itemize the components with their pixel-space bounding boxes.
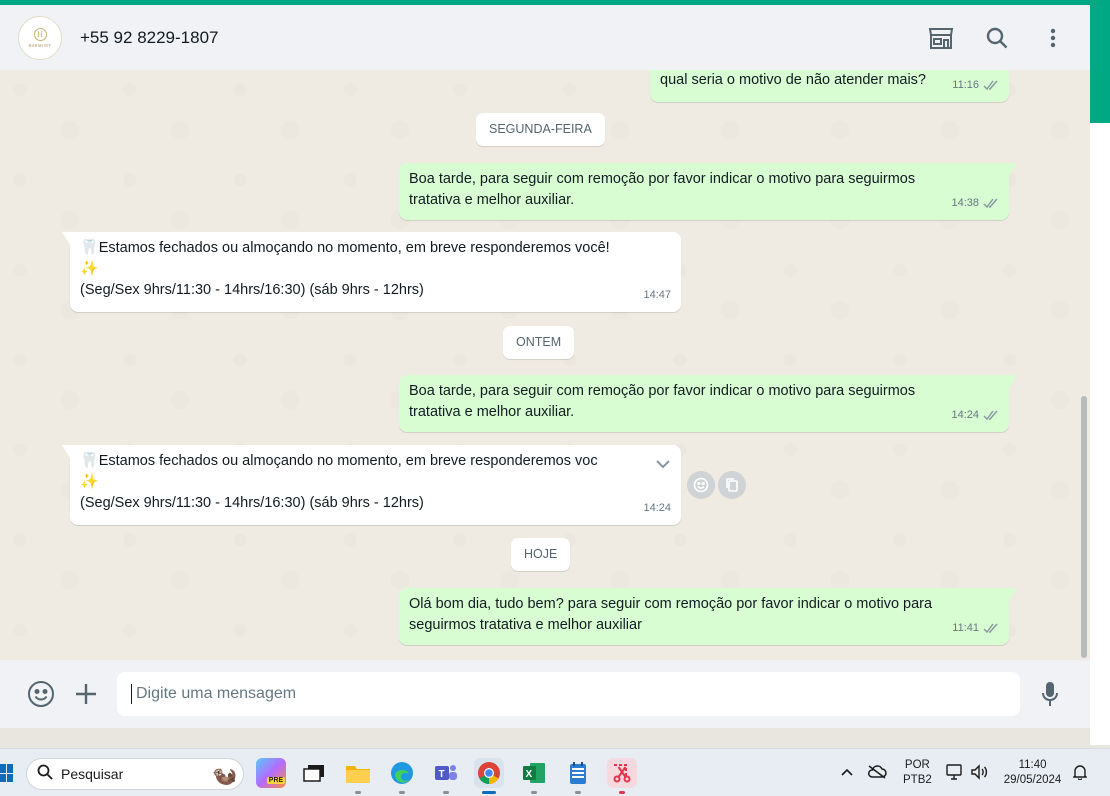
- cloud-offline-icon[interactable]: [867, 764, 887, 782]
- message-scrollbar[interactable]: [1081, 396, 1087, 658]
- message-meta: 14:38: [951, 193, 999, 214]
- header-actions: [922, 5, 1072, 70]
- message-body: 🦷Estamos fechados ou almoçando no moment…: [80, 238, 670, 301]
- message-options-chevron-icon[interactable]: [655, 455, 671, 476]
- snipping-tool-icon[interactable]: [607, 758, 637, 788]
- microphone-icon[interactable]: [1030, 674, 1070, 714]
- message-time: 14:24: [643, 502, 671, 514]
- search-icon: [37, 764, 53, 785]
- copy-icon[interactable]: [718, 471, 746, 499]
- avatar-brand: HARMONY: [28, 42, 52, 48]
- message-text: Estamos fechados ou almoçando no momento…: [98, 240, 610, 256]
- double-check-icon: [983, 623, 999, 634]
- window-right-accent: [1090, 5, 1110, 123]
- task-view-icon[interactable]: [299, 758, 329, 788]
- file-explorer-icon[interactable]: [343, 758, 373, 788]
- edge-running-indicator: [399, 791, 405, 794]
- tooth-emoji: 🦷: [80, 452, 99, 469]
- tooth-emoji: 🦷: [80, 239, 99, 256]
- message-text: Boa tarde, para seguir com remoção por f…: [409, 383, 920, 420]
- sparkles-emoji: ✨: [80, 473, 99, 490]
- system-tray: POR PTB2 11:40 29/05/2024: [841, 749, 1089, 796]
- emoji-icon[interactable]: [21, 674, 61, 714]
- incoming-message[interactable]: 🦷Estamos fechados ou almoçando no moment…: [62, 232, 681, 312]
- message-meta: 11:16: [952, 75, 999, 96]
- search-icon[interactable]: [978, 19, 1016, 57]
- message-meta: 11:41: [952, 618, 999, 639]
- message-text: Estamos fechados ou almoçando no momento…: [98, 453, 598, 469]
- otter-highlight-icon: 🦦: [212, 765, 237, 787]
- message-body: 🦷Estamos fechados ou almoçando no moment…: [80, 451, 645, 514]
- message-time: 14:47: [643, 289, 671, 301]
- menu-dots-icon[interactable]: [1034, 19, 1072, 57]
- volume-icon[interactable]: [970, 763, 988, 783]
- message-list[interactable]: qual seria o motivo de não atender mais?…: [0, 58, 1090, 660]
- explorer-running-indicator: [355, 791, 361, 794]
- message-input[interactable]: Digite uma mensagem: [117, 672, 1020, 716]
- notepad-icon[interactable]: [563, 758, 593, 788]
- svg-text:T: T: [439, 769, 445, 780]
- edge-icon[interactable]: [387, 758, 417, 788]
- catalog-store-icon[interactable]: [922, 19, 960, 57]
- tray-chevron-up-icon[interactable]: [841, 767, 853, 779]
- message-input-placeholder: Digite uma mensagem: [136, 685, 297, 702]
- incoming-message[interactable]: 🦷Estamos fechados ou almoçando no moment…: [62, 445, 681, 525]
- notepad-running-indicator: [575, 791, 581, 794]
- double-check-icon: [983, 198, 999, 209]
- notification-bell-icon[interactable]: [1072, 764, 1089, 783]
- outgoing-message[interactable]: Boa tarde, para seguir com remoção por f…: [399, 375, 1017, 432]
- network-icon[interactable]: [946, 763, 964, 783]
- snipping-running-indicator: [619, 791, 625, 794]
- chrome-active-indicator: [482, 791, 496, 794]
- search-label: Pesquisar: [61, 766, 124, 782]
- taskbar-search[interactable]: Pesquisar 🦦: [26, 758, 244, 790]
- message-composer: Digite uma mensagem: [0, 660, 1090, 728]
- text-caret: [131, 684, 132, 704]
- message-text: (Seg/Sex 9hrs/11:30 - 14hrs/16:30) (sáb …: [80, 495, 424, 511]
- message-text: qual seria o motivo de não atender mais?: [660, 72, 926, 88]
- language-code: POR: [904, 759, 930, 771]
- chat-wallpaper: [0, 70, 1090, 660]
- keyboard-layout: PTB2: [903, 774, 932, 786]
- message-meta: 14:47: [643, 285, 671, 306]
- message-meta: 14:24: [951, 405, 999, 426]
- contact-name[interactable]: +55 92 8229-1807: [80, 28, 219, 48]
- clock-time: 11:40: [1018, 759, 1047, 771]
- windows-taskbar: Pesquisar 🦦 PRE T X POR PTB2 11:40 29/05…: [0, 748, 1110, 796]
- double-check-icon: [983, 410, 999, 421]
- message-text: (Seg/Sex 9hrs/11:30 - 14hrs/16:30) (sáb …: [80, 282, 424, 298]
- clock-date: 29/05/2024: [1003, 774, 1062, 786]
- message-text: Olá bom dia, tudo bem? para seguir com r…: [409, 596, 937, 633]
- outgoing-message[interactable]: Olá bom dia, tudo bem? para seguir com r…: [399, 588, 1017, 645]
- message-time: 11:41: [952, 622, 979, 634]
- outgoing-message[interactable]: Boa tarde, para seguir com remoção por f…: [399, 163, 1017, 220]
- message-time: 14:24: [951, 409, 979, 421]
- double-check-icon: [983, 80, 999, 91]
- message-time: 14:38: [951, 197, 979, 209]
- excel-running-indicator: [531, 791, 537, 794]
- teams-running-indicator: [443, 791, 449, 794]
- attach-plus-icon[interactable]: [66, 674, 106, 714]
- contact-avatar[interactable]: H HARMONY: [18, 15, 62, 60]
- taskbar-clock[interactable]: 11:40 29/05/2024: [1004, 758, 1062, 788]
- avatar-monogram: H: [33, 27, 47, 41]
- react-emoji-icon[interactable]: [687, 471, 715, 499]
- message-text: Boa tarde, para seguir com remoção por f…: [409, 171, 920, 208]
- copilot-icon[interactable]: PRE: [256, 758, 286, 788]
- excel-icon[interactable]: X: [519, 758, 549, 788]
- whatsapp-window: H HARMONY +55 92 8229-1807 qual seria o …: [0, 5, 1090, 728]
- chrome-icon[interactable]: [474, 758, 504, 788]
- teams-icon[interactable]: T: [431, 758, 461, 788]
- sparkles-emoji: ✨: [80, 260, 99, 277]
- windows-start-icon[interactable]: [0, 764, 14, 782]
- svg-text:X: X: [526, 769, 533, 780]
- message-time: 11:16: [952, 79, 979, 91]
- copilot-badge: PRE: [266, 776, 286, 784]
- message-meta: 14:24: [643, 498, 671, 519]
- day-separator: SEGUNDA-FEIRA: [476, 113, 605, 146]
- day-separator: HOJE: [511, 538, 571, 571]
- day-separator: ONTEM: [503, 326, 575, 359]
- input-language[interactable]: POR PTB2: [903, 758, 932, 788]
- chat-header: H HARMONY +55 92 8229-1807: [0, 5, 1090, 70]
